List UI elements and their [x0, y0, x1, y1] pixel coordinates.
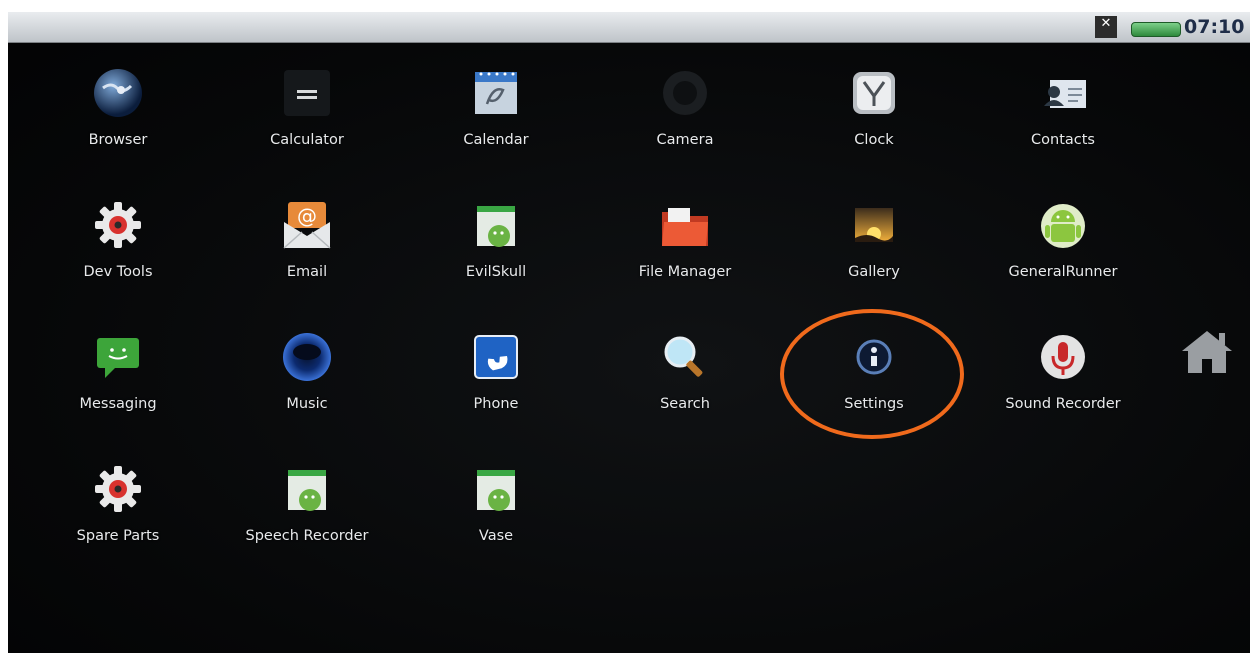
battery-icon — [1131, 22, 1181, 37]
envelope-icon: @ — [283, 202, 331, 249]
app-label: Browser — [88, 132, 148, 148]
contacts-icon — [1044, 80, 1086, 108]
app-browser[interactable]: Browser — [33, 60, 203, 178]
clock-icon — [853, 72, 895, 114]
camera-icon — [663, 71, 707, 115]
app-label: GeneralRunner — [1008, 264, 1118, 280]
app-label: Camera — [656, 132, 714, 148]
app-label: Phone — [473, 396, 519, 412]
app-calendar[interactable]: Calendar — [411, 60, 581, 178]
android-app-icon — [288, 470, 326, 511]
app-spare-parts[interactable]: Spare Parts — [33, 456, 203, 574]
app-grid: Browser Calculator Calendar Camera Clock… — [8, 42, 1250, 653]
folder-icon — [662, 208, 708, 246]
app-label: File Manager — [638, 264, 732, 280]
app-clock[interactable]: Clock — [789, 60, 959, 178]
gear-icon — [95, 202, 141, 248]
app-evilskull[interactable]: EvilSkull — [411, 192, 581, 310]
app-speech-recorder[interactable]: Speech Recorder — [222, 456, 392, 574]
app-label: EvilSkull — [465, 264, 527, 280]
app-search[interactable]: Search — [600, 324, 770, 442]
globe-icon — [94, 69, 142, 117]
app-camera[interactable]: Camera — [600, 60, 770, 178]
app-messaging[interactable]: Messaging — [33, 324, 203, 442]
gallery-icon — [855, 208, 893, 242]
app-label: Speech Recorder — [245, 528, 369, 544]
calendar-icon — [475, 72, 517, 114]
android-app-icon — [477, 206, 515, 247]
app-file-manager[interactable]: File Manager — [600, 192, 770, 310]
music-icon — [283, 333, 331, 381]
app-label: Settings — [844, 396, 904, 412]
app-label: Calendar — [463, 132, 529, 148]
app-dev-tools[interactable]: Dev Tools — [33, 192, 203, 310]
app-settings[interactable]: Settings — [789, 324, 959, 442]
status-time: 07:10 — [1184, 16, 1245, 38]
svg-text:@: @ — [297, 204, 317, 228]
app-contacts[interactable]: Contacts — [978, 60, 1148, 178]
app-generalrunner[interactable]: GeneralRunner — [978, 192, 1148, 310]
android-robot-icon — [1041, 204, 1085, 248]
app-sound-recorder[interactable]: Sound Recorder — [978, 324, 1148, 442]
app-label: Messaging — [79, 396, 157, 412]
close-notification-icon[interactable]: ✕ — [1095, 16, 1117, 38]
magnifier-icon — [664, 336, 703, 377]
app-label: Gallery — [848, 264, 900, 280]
calculator-icon — [284, 70, 330, 116]
app-music[interactable]: Music — [222, 324, 392, 442]
app-gallery[interactable]: Gallery — [789, 192, 959, 310]
app-email[interactable]: @ Email — [222, 192, 392, 310]
app-label: Calculator — [270, 132, 344, 148]
app-label: Search — [660, 396, 710, 412]
app-phone[interactable]: Phone — [411, 324, 581, 442]
app-calculator[interactable]: Calculator — [222, 60, 392, 178]
launcher-screen: ✕ 07:10 Browser Calculator Calendar Came… — [8, 12, 1250, 653]
android-app-icon — [477, 470, 515, 511]
microphone-icon — [1041, 335, 1085, 379]
app-label: Spare Parts — [76, 528, 160, 544]
message-icon — [97, 338, 139, 378]
gear-icon — [95, 466, 141, 512]
app-label: Dev Tools — [83, 264, 153, 280]
home-icon[interactable] — [1178, 327, 1236, 375]
app-label: Contacts — [1031, 132, 1095, 148]
app-label: Sound Recorder — [1005, 396, 1121, 412]
app-label: Email — [286, 264, 328, 280]
settings-icon — [856, 339, 892, 375]
phone-icon — [474, 335, 518, 379]
app-label: Music — [286, 396, 328, 412]
status-bar: ✕ 07:10 — [8, 12, 1250, 43]
app-vase[interactable]: Vase — [411, 456, 581, 574]
app-label: Vase — [478, 528, 514, 544]
app-label: Clock — [854, 132, 894, 148]
